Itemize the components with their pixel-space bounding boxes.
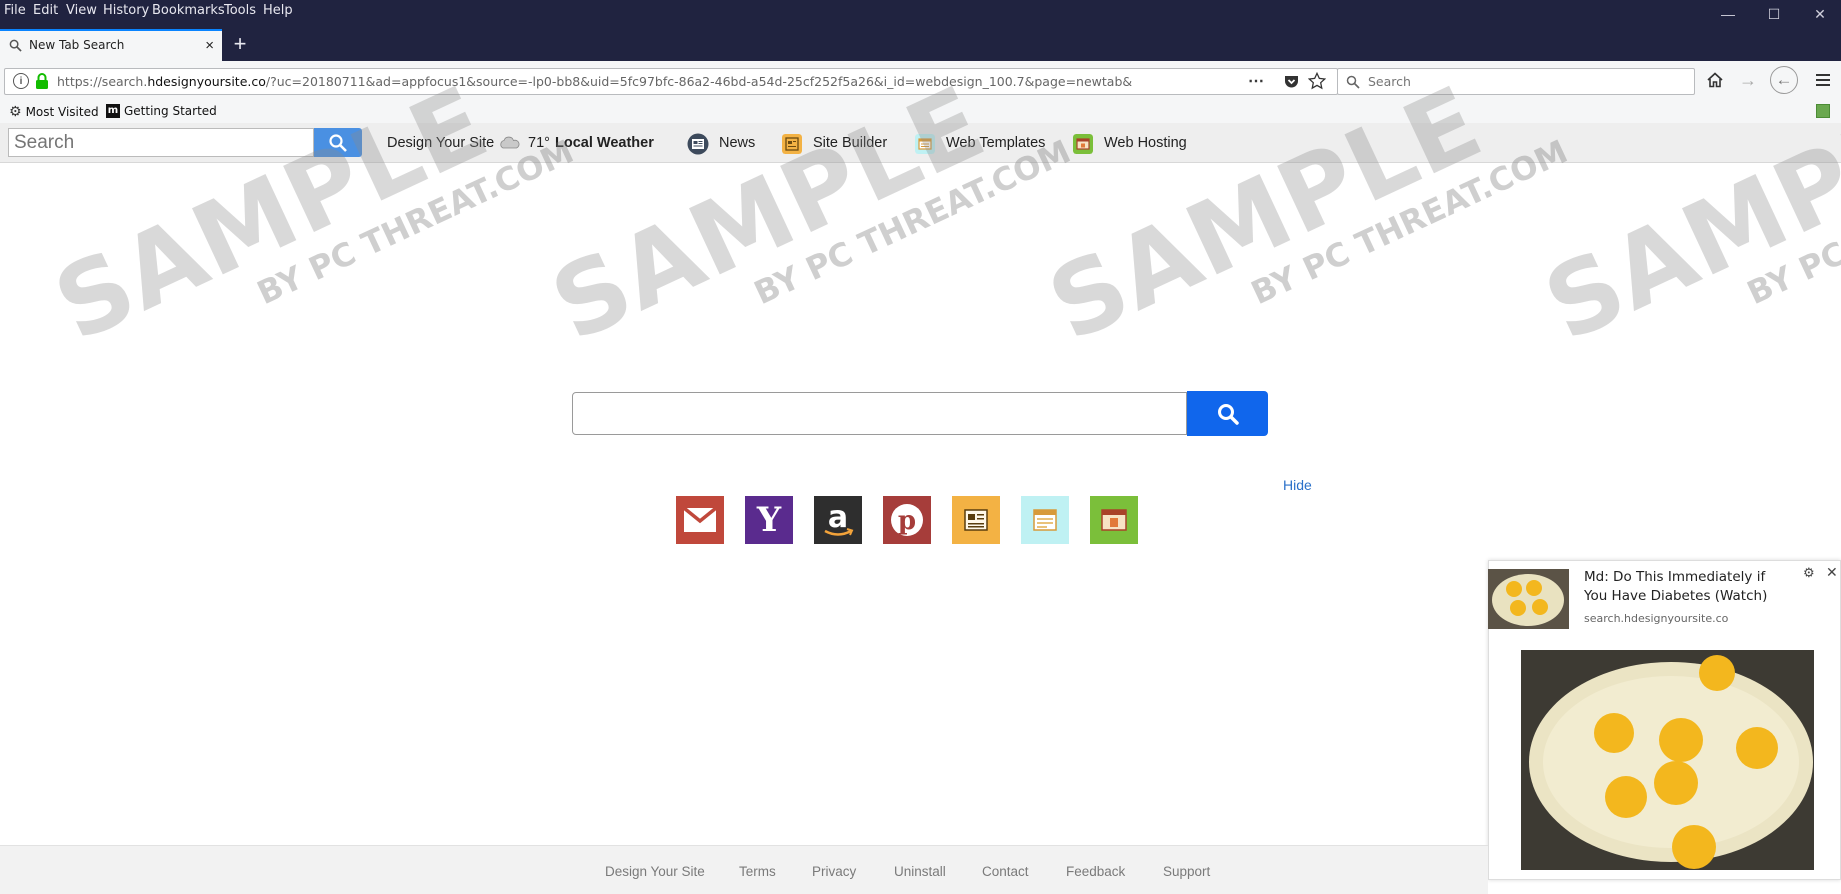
footer-support-link[interactable]: Support bbox=[1163, 864, 1210, 879]
footer-feedback-link[interactable]: Feedback bbox=[1066, 864, 1125, 879]
ad-thumbnail-image[interactable] bbox=[1488, 569, 1569, 629]
toolbar-search-box[interactable] bbox=[8, 128, 314, 157]
hamburger-menu-icon[interactable] bbox=[1815, 73, 1831, 87]
amazon-icon: a bbox=[824, 500, 854, 536]
ad-title[interactable]: Md: Do This Immediately if You Have Diab… bbox=[1584, 568, 1784, 606]
bookmark-label: Getting Started bbox=[124, 104, 217, 118]
gear-icon[interactable]: ⚙ bbox=[1803, 565, 1815, 581]
web-hosting-icon bbox=[1101, 509, 1127, 531]
bookmark-getting-started[interactable]: m Getting Started bbox=[106, 104, 217, 118]
extension-icon[interactable] bbox=[1816, 104, 1830, 118]
svg-text:a: a bbox=[828, 500, 848, 535]
site-builder-tile[interactable] bbox=[952, 496, 1000, 544]
maximize-icon[interactable]: ☐ bbox=[1754, 4, 1794, 24]
menu-bookmarks[interactable]: Bookmarks bbox=[152, 3, 225, 18]
info-icon[interactable]: i bbox=[13, 73, 29, 89]
url-prefix: https://search. bbox=[57, 74, 148, 89]
footer-design-your-site-link[interactable]: Design Your Site bbox=[605, 864, 705, 879]
web-templates-icon bbox=[1033, 509, 1057, 531]
web-templates-icon bbox=[915, 134, 935, 154]
search-icon bbox=[329, 133, 347, 152]
menu-help[interactable]: Help bbox=[263, 3, 293, 18]
minimize-icon[interactable]: — bbox=[1708, 4, 1748, 24]
yahoo-tile[interactable]: Y bbox=[745, 496, 793, 544]
menu-edit[interactable]: Edit bbox=[33, 3, 58, 18]
back-arrow-icon[interactable]: ← bbox=[1770, 66, 1798, 94]
forward-arrow-icon[interactable]: → bbox=[1737, 69, 1759, 91]
search-icon bbox=[1346, 75, 1360, 89]
menu-history[interactable]: History bbox=[103, 3, 149, 18]
news-icon bbox=[687, 133, 709, 155]
toolbar-local-weather-link[interactable]: Local Weather bbox=[555, 135, 654, 151]
tab-new-tab-search[interactable]: New Tab Search × bbox=[0, 29, 222, 61]
toolbar-weather-temp[interactable]: 71° bbox=[528, 135, 550, 151]
hide-tiles-link[interactable]: Hide bbox=[1283, 477, 1312, 493]
close-icon[interactable]: ✕ bbox=[1826, 564, 1838, 581]
main-search-input[interactable] bbox=[573, 393, 1186, 434]
pinterest-icon: p bbox=[891, 504, 923, 536]
ad-source: search.hdesignyoursite.co bbox=[1584, 612, 1729, 625]
main-search-button[interactable] bbox=[1187, 391, 1268, 436]
close-window-icon[interactable]: ✕ bbox=[1800, 4, 1840, 24]
main-search-box[interactable] bbox=[572, 392, 1187, 435]
mail-icon bbox=[683, 507, 717, 532]
svg-text:p: p bbox=[898, 506, 916, 536]
browser-search-bar[interactable] bbox=[1337, 68, 1695, 95]
menu-view[interactable]: View bbox=[66, 3, 97, 18]
yahoo-icon: Y bbox=[756, 500, 782, 540]
toolbar-search-button[interactable] bbox=[314, 128, 362, 157]
menu-file[interactable]: File bbox=[4, 3, 26, 18]
bookmark-most-visited[interactable]: ⚙ Most Visited bbox=[9, 104, 99, 120]
toolbar-web-templates-link[interactable]: Web Templates bbox=[946, 135, 1045, 151]
new-tab-button[interactable]: + bbox=[228, 31, 252, 57]
bookmark-star-icon[interactable] bbox=[1308, 72, 1326, 90]
cloud-icon bbox=[500, 136, 520, 149]
footer-uninstall-link[interactable]: Uninstall bbox=[894, 864, 946, 879]
toolbar-design-your-site-link[interactable]: Design Your Site bbox=[387, 135, 494, 151]
amazon-tile[interactable]: a bbox=[814, 496, 862, 544]
footer-terms-link[interactable]: Terms bbox=[739, 864, 776, 879]
site-builder-icon bbox=[964, 509, 988, 531]
url-domain: hdesignyoursite.co bbox=[147, 74, 266, 89]
gmail-tile[interactable] bbox=[676, 496, 724, 544]
url-bar[interactable]: i https://search.hdesignyoursite.co/?uc=… bbox=[4, 68, 1338, 95]
toolbar-web-hosting-link[interactable]: Web Hosting bbox=[1104, 135, 1187, 151]
search-icon bbox=[9, 39, 22, 52]
web-templates-tile[interactable] bbox=[1021, 496, 1069, 544]
url-query: /?uc=20180711&ad=appfocus1&source=-lp0-b… bbox=[265, 74, 1133, 89]
footer-privacy-link[interactable]: Privacy bbox=[812, 864, 856, 879]
browser-search-input[interactable] bbox=[1366, 72, 1686, 91]
lock-icon bbox=[36, 73, 48, 89]
url-text[interactable]: https://search.hdesignyoursite.co/?uc=20… bbox=[57, 74, 1132, 89]
footer-contact-link[interactable]: Contact bbox=[982, 864, 1029, 879]
web-hosting-icon bbox=[1073, 134, 1093, 154]
toolbar-search-input[interactable] bbox=[12, 132, 308, 154]
tab-title: New Tab Search bbox=[29, 38, 125, 52]
ad-image[interactable] bbox=[1521, 650, 1814, 870]
toolbar-site-builder-link[interactable]: Site Builder bbox=[813, 135, 887, 151]
m-logo-icon: m bbox=[106, 104, 120, 118]
gear-icon: ⚙ bbox=[9, 104, 22, 120]
home-icon[interactable] bbox=[1706, 71, 1724, 89]
page-actions-icon[interactable]: ⋯ bbox=[1245, 71, 1267, 91]
search-icon bbox=[1217, 403, 1239, 425]
tab-close-icon[interactable]: × bbox=[205, 37, 214, 54]
bookmarks-bar bbox=[0, 101, 1841, 123]
bookmark-label: Most Visited bbox=[25, 105, 99, 119]
site-builder-icon bbox=[782, 134, 802, 154]
web-hosting-tile[interactable] bbox=[1090, 496, 1138, 544]
menu-tools[interactable]: Tools bbox=[224, 3, 256, 18]
pocket-icon[interactable] bbox=[1284, 74, 1299, 89]
toolbar-news-link[interactable]: News bbox=[719, 135, 755, 151]
pinterest-tile[interactable]: p bbox=[883, 496, 931, 544]
